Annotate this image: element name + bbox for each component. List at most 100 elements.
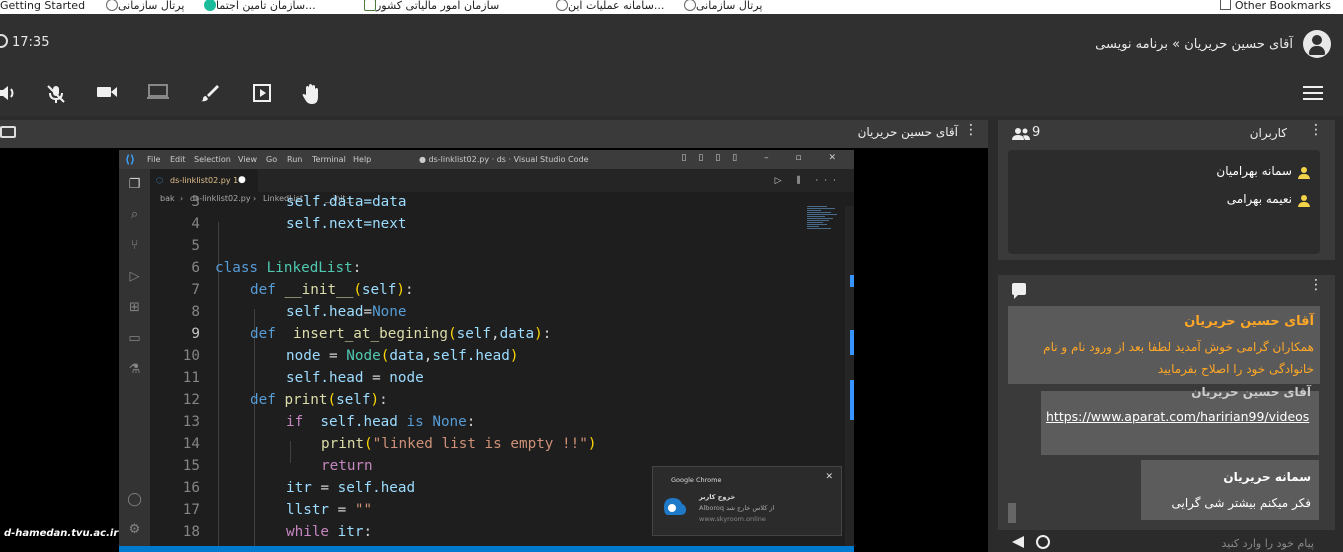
close-icon[interactable]: ✕ (825, 472, 833, 482)
users-title: کاربران (1249, 126, 1287, 140)
menu-view[interactable]: View (238, 155, 257, 164)
code-line: if self.head is None: (286, 414, 476, 430)
line-number: 6 (191, 260, 200, 276)
speaker-icon[interactable] (0, 83, 20, 107)
bookmark-portal-2[interactable]: پرتال سازمانی (680, 0, 762, 12)
mic-muted-icon[interactable] (44, 83, 68, 107)
unsaved-dot-icon[interactable]: ● (238, 175, 246, 185)
menu-run[interactable]: Run (287, 155, 302, 164)
users-header: 9 کاربران ⋮ (998, 120, 1335, 148)
code-line: self.head = node (286, 370, 424, 386)
presentation-icon[interactable] (250, 83, 274, 107)
group-icon (1012, 128, 1030, 140)
scroll-marker (850, 330, 854, 355)
code-line: while itr: (286, 524, 373, 540)
bookmark-tamin[interactable]: سازمان تامین اجتما... (200, 0, 316, 12)
scroll-marker (850, 275, 854, 287)
line-number: 16 (182, 480, 200, 496)
extensions-icon[interactable]: ⊞ (127, 300, 142, 315)
chat-input[interactable] (1054, 534, 1314, 552)
code-line: self.next=next (286, 216, 407, 232)
bookmark-portal-1[interactable]: پرتال سازمانی (102, 0, 184, 12)
chat-icon (1012, 283, 1026, 299)
search-icon[interactable]: ⌕ (127, 207, 142, 222)
line-number: 10 (182, 348, 200, 364)
list-item[interactable]: سمانه بهرامیان (1216, 164, 1310, 179)
line-number: 18 (182, 524, 200, 540)
testing-icon[interactable]: ⚗ (127, 362, 142, 377)
chat-message: آقای حسین حریریان https://www.aparat.com… (1041, 385, 1319, 455)
code-line: self.data=data (286, 194, 407, 210)
line-number-current: 9 (191, 326, 200, 342)
editor-actions[interactable]: ▷ ⫼ ··· (775, 176, 842, 186)
chrome-notification[interactable]: Google Chrome ✕ خروج کاربر Alboroq از کل… (652, 466, 842, 536)
bookmark-tax[interactable]: سازمان امور مالیاتی کشور (360, 0, 499, 12)
menu-edit[interactable]: Edit (170, 155, 186, 164)
scroll-marker (850, 380, 854, 420)
explorer-icon[interactable]: ❐ (127, 177, 142, 192)
menu-file[interactable]: File (147, 155, 160, 164)
run-debug-icon[interactable]: ▷ (127, 269, 142, 284)
screen-share-icon[interactable] (146, 83, 170, 107)
hamburger-menu-icon[interactable] (1303, 86, 1323, 102)
code-line: return (321, 458, 373, 474)
editor-scrollbar[interactable] (845, 206, 854, 552)
site-watermark: d-hamedan.tvu.ac.ir (4, 528, 119, 539)
message-sender: سمانه حریریان (1223, 470, 1311, 484)
menu-selection[interactable]: Selection (194, 155, 231, 164)
person-icon (1298, 195, 1310, 207)
pinned-text: همکاران گرامی خوش آمدید لطفا بعد از ورود… (1043, 340, 1314, 376)
message-text: فکر میکنم بیشتر شی گرایی (1171, 496, 1312, 510)
vscode-titlebar: ⟨⟩ File Edit Selection View Go Run Termi… (119, 150, 854, 169)
line-number: 4 (191, 216, 200, 232)
more-vert-icon[interactable]: ⋮ (964, 122, 978, 138)
code-line: llstr = "" (286, 502, 373, 518)
raise-hand-icon[interactable] (299, 83, 323, 107)
python-file-icon: ⬡ (156, 176, 163, 185)
app-header: 17:35 آقای حسین حریریان » برنامه نویسی (0, 14, 1343, 76)
account-icon[interactable]: ◯ (127, 492, 142, 507)
cloud-icon (204, 0, 216, 11)
notification-title: خروج کاربر (699, 493, 736, 501)
clock-icon (0, 34, 8, 48)
editor-tab[interactable]: ⬡ ds-linklist02.py 1 ● (150, 169, 258, 192)
emoji-icon[interactable] (1036, 535, 1050, 549)
more-vert-icon[interactable]: ⋮ (1309, 122, 1323, 138)
brush-icon[interactable] (198, 83, 222, 107)
vscode-status-bar (119, 546, 854, 552)
menu-go[interactable]: Go (266, 155, 277, 164)
bookmark-operations[interactable]: سامانه عملیات این... (552, 0, 664, 12)
send-icon[interactable] (1012, 536, 1024, 548)
source-control-icon[interactable]: ⑂ (127, 238, 142, 253)
avatar[interactable] (1303, 30, 1331, 58)
notification-url: www.skyroom.online (699, 515, 766, 523)
clock: 17:35 (0, 34, 49, 50)
camera-icon[interactable] (95, 83, 119, 107)
chat-scrollbar[interactable] (1008, 503, 1016, 523)
vscode-window-title: ● ds-linklist02.py · ds · Visual Studio … (419, 155, 589, 164)
list-item[interactable]: نعیمه بهرامی (1227, 192, 1310, 207)
screen-icon (0, 126, 16, 138)
code-line: def __init__(self): (250, 282, 414, 298)
remote-explorer-icon[interactable]: ▭ (127, 331, 142, 346)
code-line: self.head=None (286, 304, 407, 320)
more-vert-icon[interactable]: ⋮ (1309, 277, 1323, 293)
settings-gear-icon[interactable]: ⚙ (127, 522, 142, 537)
message-sender: آقای حسین حریریان (1191, 385, 1311, 399)
line-number: 12 (182, 392, 200, 408)
chat-message: سمانه حریریان فکر میکنم بیشتر شی گرایی (1141, 460, 1319, 520)
other-bookmarks[interactable]: Other Bookmarks (1219, 0, 1331, 12)
menu-terminal[interactable]: Terminal (312, 155, 346, 164)
skyroom-logo-icon (660, 493, 688, 521)
minimap[interactable] (807, 206, 847, 236)
menu-help[interactable]: Help (353, 155, 371, 164)
globe-icon (106, 0, 118, 11)
message-link[interactable]: https://www.aparat.com/haririan99/videos (1046, 409, 1309, 424)
bookmark-getting-started[interactable]: Getting Started (0, 0, 85, 12)
users-list[interactable]: سمانه بهرامیان نعیمه بهرامی (1008, 150, 1320, 254)
line-number: 13 (182, 414, 200, 430)
users-count: 9 (1032, 125, 1041, 140)
person-icon (1298, 167, 1310, 179)
window-controls[interactable]: ▯▯▯▯ – ▫ ✕ (681, 153, 848, 163)
tax-icon (364, 0, 376, 11)
